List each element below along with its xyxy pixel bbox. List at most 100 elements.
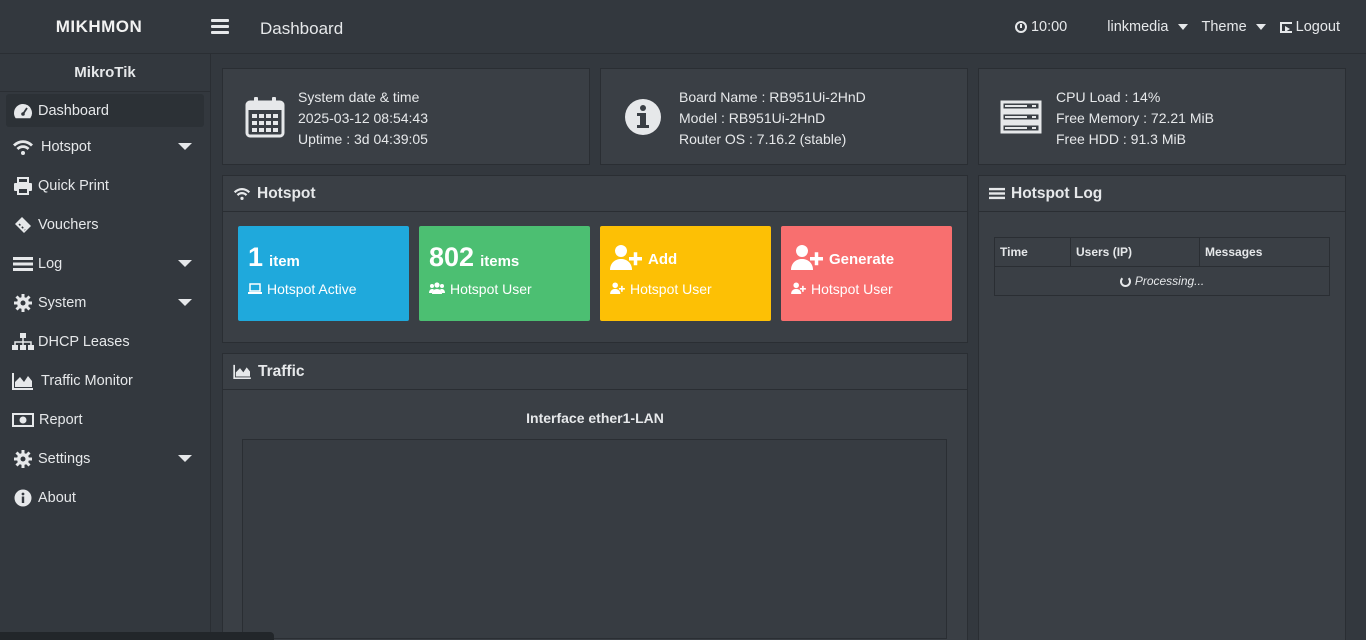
chevron-down-icon bbox=[1177, 24, 1188, 30]
column-messages[interactable]: Messages bbox=[1199, 237, 1330, 267]
system-time-lines: System date & time 2025-03-12 08:54:43 U… bbox=[298, 87, 428, 150]
hotspot-active-tile[interactable]: 1 item Hotspot Active bbox=[238, 226, 409, 321]
traffic-panel-header: Traffic bbox=[223, 354, 967, 390]
gear-icon bbox=[12, 293, 34, 312]
sidebar-item-dashboard[interactable]: Dashboard bbox=[6, 94, 204, 127]
hotspot-user-tile[interactable]: 802 items Hotspot User bbox=[419, 226, 590, 321]
board-info-box: Board Name : RB951Ui-2HnD Model : RB951U… bbox=[600, 68, 968, 165]
uptime-value: Uptime : 3d 04:39:05 bbox=[298, 131, 428, 147]
session-dropdown[interactable]: linkmedia bbox=[1107, 19, 1188, 35]
users-icon bbox=[429, 281, 445, 297]
processing-text: Processing... bbox=[1134, 274, 1205, 288]
user-plus-icon bbox=[610, 281, 625, 297]
hotspot-log-table: Time Users (IP) Messages Processing... bbox=[994, 237, 1330, 296]
sidebar-item-label: Log bbox=[38, 255, 63, 272]
board-model: Model : RB951Ui-2HnD bbox=[679, 110, 826, 126]
dashboard-icon bbox=[12, 102, 34, 120]
tile-number: 1 bbox=[248, 242, 264, 272]
resource-box: CPU Load : 14% Free Memory : 72.21 MiB F… bbox=[978, 68, 1346, 165]
brand-logo[interactable]: MIKHMON bbox=[0, 0, 198, 54]
user-plus-icon bbox=[791, 244, 823, 274]
column-users-ip[interactable]: Users (IP) bbox=[1070, 237, 1200, 267]
add-hotspot-user-tile[interactable]: Add Hotspot User bbox=[600, 226, 771, 321]
sidebar-item-traffic-monitor[interactable]: Traffic Monitor bbox=[0, 361, 210, 400]
clock-time: 10:00 bbox=[1030, 19, 1068, 35]
ticket-icon bbox=[12, 216, 34, 234]
sidebar-item-system[interactable]: System bbox=[0, 283, 210, 322]
sidebar-item-hotspot[interactable]: Hotspot bbox=[0, 127, 210, 166]
status-bar-tooltip bbox=[0, 632, 274, 640]
session-name: linkmedia bbox=[1107, 19, 1169, 35]
user-plus-icon bbox=[791, 281, 806, 297]
info-icon bbox=[621, 95, 665, 139]
system-time-label: System date & time bbox=[298, 89, 420, 105]
theme-label: Theme bbox=[1201, 19, 1247, 35]
chevron-down-icon bbox=[178, 143, 192, 150]
tile-action-text: Generate bbox=[829, 250, 895, 268]
free-memory: Free Memory : 72.21 MiB bbox=[1056, 110, 1214, 126]
logout-button[interactable]: Logout bbox=[1279, 19, 1340, 35]
sidebar-item-label: Vouchers bbox=[38, 216, 99, 233]
sidebar-item-label: Settings bbox=[38, 450, 91, 467]
chevron-down-icon bbox=[178, 299, 192, 306]
column-time[interactable]: Time bbox=[994, 237, 1071, 267]
tile-unit: items bbox=[480, 253, 520, 270]
sidebar: MikroTik Dashboard Hotspot Quick Print V… bbox=[0, 54, 211, 640]
hotspot-log-panel: Hotspot Log Time Users (IP) Messages Pro… bbox=[978, 175, 1346, 640]
sidebar-item-vouchers[interactable]: Vouchers bbox=[0, 205, 210, 244]
theme-dropdown[interactable]: Theme bbox=[1202, 19, 1266, 35]
traffic-panel-title: Traffic bbox=[258, 362, 305, 380]
sidebar-item-quick-print[interactable]: Quick Print bbox=[0, 166, 210, 205]
wifi-icon bbox=[233, 187, 251, 200]
board-info-lines: Board Name : RB951Ui-2HnD Model : RB951U… bbox=[679, 87, 866, 150]
cpu-load: CPU Load : 14% bbox=[1056, 89, 1161, 105]
calendar-icon bbox=[243, 95, 287, 139]
tile-subtitle-text: Hotspot User bbox=[450, 281, 532, 297]
hotspot-active-count: 1 item bbox=[248, 242, 300, 273]
sidebar-item-settings[interactable]: Settings bbox=[0, 439, 210, 478]
sidebar-title: MikroTik bbox=[0, 54, 210, 92]
spinner-icon bbox=[1119, 276, 1131, 287]
hotspot-panel-title: Hotspot bbox=[257, 184, 316, 202]
sidebar-item-label: Report bbox=[39, 411, 83, 428]
tile-subtitle: Hotspot User bbox=[610, 281, 712, 297]
area-chart-icon bbox=[12, 372, 34, 390]
hotspot-log-header: Hotspot Log bbox=[979, 176, 1345, 212]
hotspot-panel-header: Hotspot bbox=[223, 176, 967, 212]
system-date-value: 2025-03-12 08:54:43 bbox=[298, 110, 428, 126]
tile-subtitle-text: Hotspot User bbox=[630, 281, 712, 297]
print-icon bbox=[12, 176, 34, 195]
sidebar-item-about[interactable]: About bbox=[0, 478, 210, 517]
hotspot-log-title: Hotspot Log bbox=[1011, 184, 1103, 202]
traffic-interface-title: Interface ether1-LAN bbox=[526, 410, 664, 426]
info-icon bbox=[12, 489, 34, 507]
sidebar-item-log[interactable]: Log bbox=[0, 244, 210, 283]
list-icon bbox=[12, 255, 34, 273]
sidebar-item-label: About bbox=[38, 489, 76, 506]
hotspot-panel: Hotspot 1 item Hotspot Active 802 items Ho… bbox=[222, 175, 968, 343]
sidebar-item-label: DHCP Leases bbox=[38, 333, 130, 350]
top-navbar: MIKHMON Dashboard 10:00 linkmedia Theme … bbox=[0, 0, 1366, 54]
resource-lines: CPU Load : 14% Free Memory : 72.21 MiB F… bbox=[1056, 87, 1214, 150]
area-chart-icon bbox=[233, 364, 252, 379]
tile-subtitle-text: Hotspot Active bbox=[267, 281, 357, 297]
clock-icon bbox=[1014, 21, 1027, 33]
top-right-menu: 10:00 linkmedia Theme Logout bbox=[1001, 19, 1340, 35]
chevron-down-icon bbox=[1255, 24, 1266, 30]
logout-icon bbox=[1279, 21, 1292, 33]
processing-cell: Processing... bbox=[994, 266, 1330, 296]
tile-subtitle-text: Hotspot User bbox=[811, 281, 893, 297]
hotspot-user-count: 802 items bbox=[429, 242, 519, 273]
menu-toggle-icon[interactable] bbox=[211, 19, 229, 35]
generate-hotspot-user-tile[interactable]: Generate Hotspot User bbox=[781, 226, 952, 321]
server-icon bbox=[999, 95, 1043, 139]
sidebar-item-report[interactable]: Report bbox=[0, 400, 210, 439]
tile-unit: item bbox=[269, 253, 300, 270]
sidebar-item-dhcp-leases[interactable]: DHCP Leases bbox=[0, 322, 210, 361]
router-os-version: Router OS : 7.16.2 (stable) bbox=[679, 131, 847, 147]
tile-action-text: Add bbox=[648, 250, 678, 268]
sitemap-icon bbox=[12, 332, 34, 351]
tile-number: 802 bbox=[429, 242, 475, 272]
system-time-box: System date & time 2025-03-12 08:54:43 U… bbox=[222, 68, 590, 165]
traffic-chart-area[interactable] bbox=[242, 439, 947, 639]
